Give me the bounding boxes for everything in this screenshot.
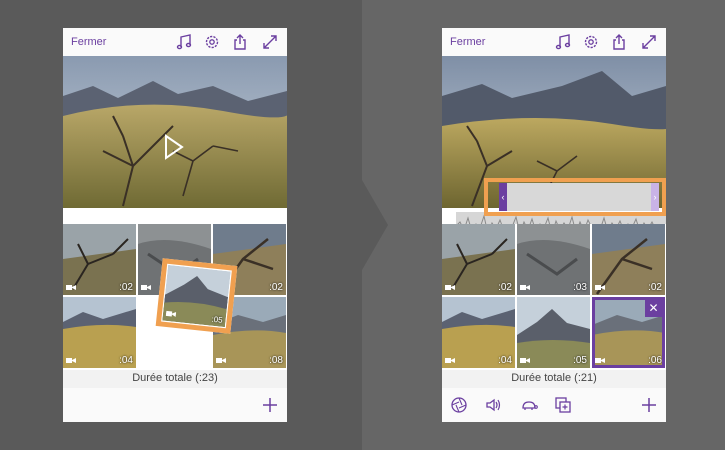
clip-duration: :02 xyxy=(498,282,512,293)
video-camera-icon xyxy=(520,285,530,290)
clip-duration: :05 xyxy=(211,314,224,325)
clip-duration: :02 xyxy=(648,282,662,293)
share-icon[interactable] xyxy=(231,33,249,51)
clip-duration: :02 xyxy=(269,282,283,293)
delete-clip-button[interactable]: ✕ xyxy=(645,300,662,317)
close-button[interactable]: Fermer xyxy=(71,36,106,48)
left-phone-screen: Fermer:02:02:04:08:05 Durée totale … xyxy=(63,28,287,422)
music-note-icon[interactable] xyxy=(175,33,193,51)
speaker-icon[interactable] xyxy=(484,396,502,414)
video-preview[interactable] xyxy=(63,56,287,208)
clip-duration: :02 xyxy=(119,282,133,293)
bottom-toolbar xyxy=(442,388,666,422)
clip-thumbnail: :05 xyxy=(162,264,231,328)
duplicate-icon[interactable] xyxy=(554,396,572,414)
expand-icon[interactable] xyxy=(640,33,658,51)
video-camera-icon xyxy=(520,358,530,363)
right-phone-screen: Fermer ‹ ›:02:03:02:04:05:06 ✕ Dur… xyxy=(442,28,666,422)
video-camera-icon xyxy=(165,310,177,317)
selection-frame: ✕ xyxy=(592,297,665,368)
trim-highlight xyxy=(484,178,666,216)
clip-thumbnail[interactable]: :02 xyxy=(592,224,665,295)
aperture-icon[interactable] xyxy=(450,396,468,414)
video-camera-icon xyxy=(141,285,151,290)
video-camera-icon xyxy=(216,358,226,363)
expand-icon[interactable] xyxy=(261,33,279,51)
plus-icon[interactable] xyxy=(640,396,658,414)
clip-duration: :04 xyxy=(119,355,133,366)
turtle-icon[interactable] xyxy=(520,396,538,414)
top-bar: Fermer xyxy=(63,28,287,56)
clip-thumbnail[interactable]: :02 xyxy=(63,224,136,295)
video-camera-icon xyxy=(66,358,76,363)
clip-grid: :02 :03 :02 :04 :05 :06 ✕ xyxy=(442,224,666,370)
gear-icon[interactable] xyxy=(203,33,221,51)
share-icon[interactable] xyxy=(610,33,628,51)
clip-duration: :03 xyxy=(573,282,587,293)
video-camera-icon xyxy=(445,285,455,290)
video-camera-icon xyxy=(595,285,605,290)
clip-duration: :05 xyxy=(573,355,587,366)
dragged-clip[interactable]: :05 xyxy=(155,258,238,334)
total-duration: Durée totale (:21) xyxy=(511,372,597,384)
video-camera-icon xyxy=(66,285,76,290)
bottom-toolbar xyxy=(63,388,287,422)
top-bar: Fermer xyxy=(442,28,666,56)
clip-duration: :08 xyxy=(269,355,283,366)
play-icon[interactable] xyxy=(163,134,185,160)
video-camera-icon xyxy=(445,358,455,363)
gear-icon[interactable] xyxy=(582,33,600,51)
clip-duration: :04 xyxy=(498,355,512,366)
close-button[interactable]: Fermer xyxy=(450,36,485,48)
clip-thumbnail[interactable]: :03 xyxy=(517,224,590,295)
music-note-icon[interactable] xyxy=(554,33,572,51)
clip-thumbnail[interactable]: :04 xyxy=(442,297,515,368)
step-arrow xyxy=(362,180,388,270)
total-duration: Durée totale (:23) xyxy=(132,372,218,384)
clip-thumbnail[interactable]: :04 xyxy=(63,297,136,368)
plus-icon[interactable] xyxy=(261,396,279,414)
clip-thumbnail[interactable]: :02 xyxy=(442,224,515,295)
clip-thumbnail[interactable]: :05 xyxy=(517,297,590,368)
